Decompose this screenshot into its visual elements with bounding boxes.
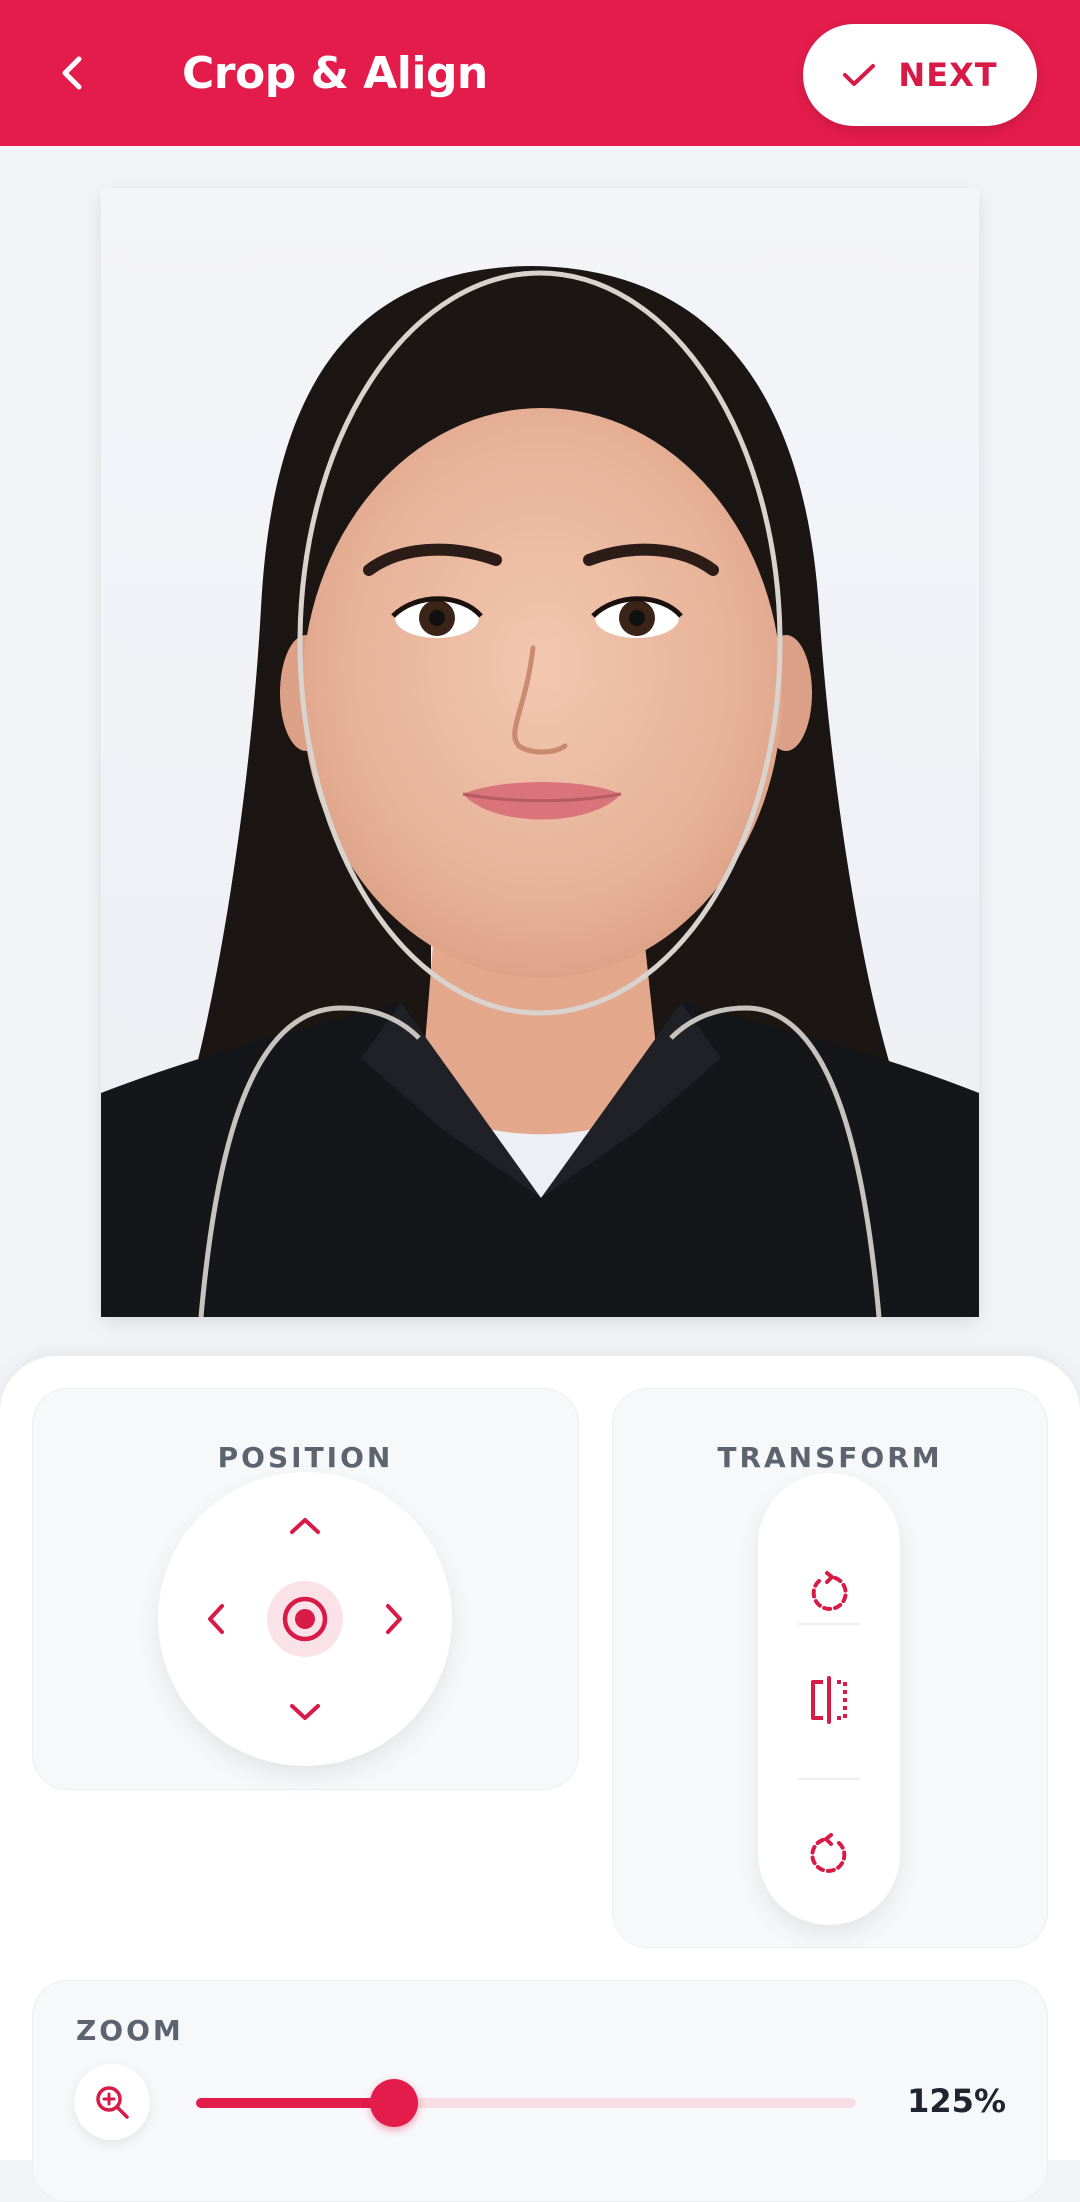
flip-horizontal-button[interactable] (758, 1650, 900, 1750)
chevron-down-icon (290, 1704, 320, 1720)
move-down-button[interactable] (275, 1682, 335, 1742)
chevron-right-icon (386, 1604, 402, 1634)
zoom-slider[interactable] (196, 2079, 856, 2127)
check-icon (843, 64, 876, 86)
chevron-left-icon (208, 1604, 224, 1634)
rotate-left-icon (811, 1571, 848, 1611)
transform-controls (758, 1473, 900, 1925)
app-bar: Crop & Align NEXT (0, 0, 1080, 146)
zoom-value: 125% (907, 2082, 1006, 2120)
move-left-button[interactable] (186, 1589, 246, 1649)
rotate-left-button[interactable] (758, 1543, 900, 1643)
center-button[interactable] (267, 1581, 343, 1657)
zoom-in-button[interactable] (74, 2064, 150, 2140)
zoom-slider-fill (196, 2098, 394, 2108)
photo-canvas[interactable] (101, 188, 979, 1317)
zoom-slider-thumb[interactable] (370, 2079, 418, 2127)
flip-horizontal-icon (811, 1676, 847, 1724)
rotate-right-button[interactable] (758, 1805, 900, 1905)
transform-label: TRANSFORM (717, 1441, 943, 1474)
rotate-right-icon (810, 1833, 847, 1873)
zoom-in-icon (96, 2086, 129, 2119)
position-label: POSITION (217, 1441, 394, 1474)
next-button[interactable]: NEXT (803, 24, 1037, 126)
back-button[interactable] (40, 40, 106, 106)
zoom-card (32, 1980, 1048, 2202)
chevron-up-icon (290, 1518, 320, 1534)
move-up-button[interactable] (275, 1496, 335, 1556)
target-icon (282, 1596, 328, 1642)
move-right-button[interactable] (364, 1589, 424, 1649)
chevron-left-icon (62, 56, 82, 90)
zoom-label: ZOOM (76, 2014, 184, 2047)
next-button-label: NEXT (898, 56, 998, 94)
direction-pad (158, 1472, 452, 1766)
portrait-photo (101, 188, 979, 1317)
page-title: Crop & Align (182, 48, 488, 99)
